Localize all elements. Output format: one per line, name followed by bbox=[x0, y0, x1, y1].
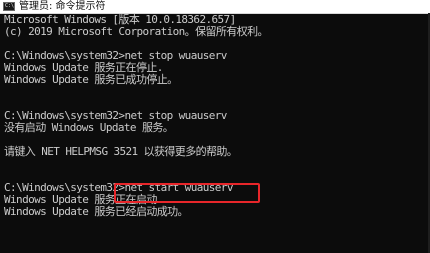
console-line: Windows Update 服务已成功停止。 bbox=[4, 73, 178, 86]
window-title: 管理员: 命令提示符 bbox=[19, 1, 106, 12]
console-line: Windows Update 服务已经启动成功。 bbox=[4, 205, 189, 218]
console-line: 请键入 NET HELPMSG 3521 以获得更多的帮助。 bbox=[4, 145, 238, 158]
cmd-icon: C:\ bbox=[3, 2, 15, 11]
console-output[interactable]: Microsoft Windows [版本 10.0.18362.657] (c… bbox=[0, 14, 430, 253]
title-bar[interactable]: C:\ 管理员: 命令提示符 bbox=[0, 0, 430, 14]
red-highlight-box bbox=[114, 183, 260, 203]
console-line: (c) 2019 Microsoft Corporation。保留所有权利。 bbox=[4, 25, 268, 38]
console-line: 没有启动 Windows Update 服务。 bbox=[4, 121, 174, 134]
command-prompt-window: C:\ 管理员: 命令提示符 Microsoft Windows [版本 10.… bbox=[0, 0, 430, 253]
